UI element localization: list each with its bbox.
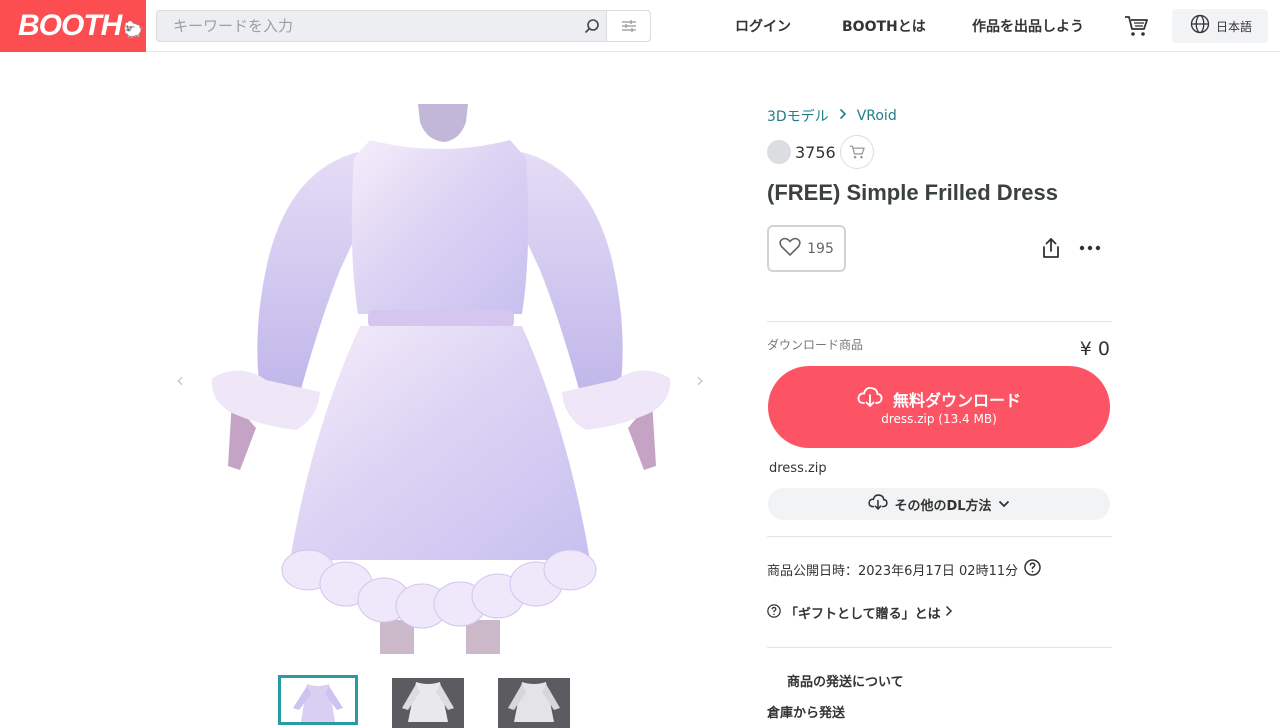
- other-download-methods-button[interactable]: その他のDL方法: [768, 488, 1110, 520]
- chevron-down-icon: [998, 497, 1010, 512]
- header: BOOTH🐑 ログイン BOOTHとは 作品を出品しよう 日本語: [0, 0, 1280, 52]
- thumbnail-2[interactable]: [392, 678, 464, 728]
- heart-icon: [779, 237, 801, 261]
- filter-icon[interactable]: [606, 11, 650, 41]
- chevron-right-icon: [839, 108, 847, 124]
- shipping-heading: 商品の発送について: [787, 675, 904, 690]
- divider: [767, 536, 1112, 537]
- help-icon[interactable]: [1024, 559, 1041, 580]
- divider: [767, 321, 1112, 322]
- breadcrumb-vroid[interactable]: VRoid: [857, 108, 897, 124]
- thumbnail-3[interactable]: [498, 678, 570, 728]
- thumbnail-1[interactable]: [278, 675, 358, 725]
- search-bar: [156, 10, 651, 42]
- language-selector[interactable]: 日本語: [1172, 9, 1268, 43]
- shop-name[interactable]: 3756: [795, 143, 836, 162]
- chevron-right-icon: [945, 605, 953, 621]
- published-date: 商品公開日時：2023年6月17日 02時11分: [767, 559, 1041, 580]
- start-selling-link[interactable]: 作品を出品しよう: [972, 16, 1084, 36]
- other-download-label: その他のDL方法: [894, 498, 992, 514]
- breadcrumb-3d-model[interactable]: 3Dモデル: [767, 106, 829, 126]
- file-name: dress.zip: [769, 461, 827, 476]
- price: ¥ 0: [1079, 338, 1110, 360]
- divider: [767, 647, 1112, 648]
- booth-logo[interactable]: BOOTH 🐑: [0, 0, 146, 52]
- help-icon: [767, 603, 781, 622]
- product-image-gallery: ‹ ›: [170, 100, 715, 660]
- login-link[interactable]: ログイン: [735, 16, 791, 36]
- product-title: (FREE) Simple Frilled Dress: [767, 180, 1058, 205]
- about-booth-link[interactable]: BOOTHとは: [842, 16, 926, 36]
- search-input[interactable]: [157, 11, 605, 41]
- shipping-from: 倉庫から発送: [767, 706, 846, 721]
- gift-info-label: 「ギフトとして贈る」とは: [785, 607, 941, 622]
- free-download-button[interactable]: 無料ダウンロード dress.zip (13.4 MB): [768, 366, 1110, 448]
- share-icon[interactable]: [1039, 236, 1063, 260]
- more-options-icon[interactable]: [1077, 236, 1103, 260]
- like-count: 195: [807, 240, 834, 257]
- cloud-download-icon: [857, 386, 883, 412]
- gift-info-link[interactable]: 「ギフトとして贈る」とは: [767, 603, 953, 622]
- cart-icon[interactable]: [1122, 12, 1150, 40]
- download-button-label: 無料ダウンロード: [892, 391, 1021, 410]
- prev-image-arrow[interactable]: ‹: [176, 368, 184, 392]
- next-image-arrow[interactable]: ›: [696, 368, 704, 392]
- shop-cart-icon[interactable]: [839, 135, 874, 169]
- search-icon[interactable]: [577, 11, 607, 41]
- booth-mascot-icon: 🐑: [123, 22, 143, 39]
- shop-avatar[interactable]: [767, 140, 791, 164]
- product-main-image[interactable]: [170, 100, 715, 660]
- globe-icon: [1190, 14, 1210, 38]
- breadcrumb: 3Dモデル VRoid: [767, 106, 897, 126]
- download-file-info: dress.zip (13.4 MB): [881, 412, 997, 426]
- thumbnail-strip: [278, 675, 570, 728]
- language-label: 日本語: [1216, 19, 1253, 34]
- like-button[interactable]: 195: [767, 225, 846, 272]
- cloud-download-icon: [868, 493, 889, 515]
- published-date-text: 商品公開日時：2023年6月17日 02時11分: [767, 564, 1019, 579]
- shop-info: 3756: [767, 135, 874, 169]
- download-item-label: ダウンロード商品: [767, 338, 864, 352]
